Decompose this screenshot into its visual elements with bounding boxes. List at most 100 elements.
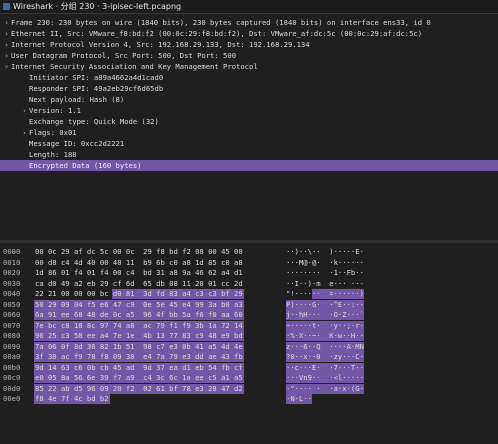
wireshark-app-icon [3, 3, 10, 10]
tree-row-text: Internet Protocol Version 4, Src: 192.16… [11, 40, 310, 49]
tree-row[interactable]: Message ID: 0xcc2d2221 [0, 138, 498, 149]
bytes-hex[interactable]: ca d0 49 a2 eb 29 cf 6d 65 db 08 11 20 0… [35, 279, 243, 289]
bytes-hex[interactable]: 3f 30 ac f9 78 f8 09 30 e4 7a 79 e3 dd a… [35, 352, 243, 362]
tree-row[interactable]: Initiator SPI: a89a4662a4d1cad0 [0, 72, 498, 83]
tree-row-text: Responder SPI: 49a2eb29cf6d65db [29, 84, 164, 93]
bytes-row: 0040 22 21 00 00 00 bc d0 81 3d fd 83 a4 … [0, 289, 498, 299]
bytes-ascii[interactable]: "!······ =······) [286, 289, 364, 299]
bytes-hex[interactable]: e0 05 8a 56 6e 39 f7 a9 c4 3c 6c 1a ee c… [35, 373, 243, 383]
bytes-offset: 0010 [3, 257, 21, 267]
bytes-ascii[interactable]: z···6··Q ····A·MN [286, 342, 364, 352]
tree-row-text: Frame 230: 230 bytes on wire (1840 bits)… [11, 18, 431, 27]
tree-row[interactable]: Next payload: Hash (8) [0, 94, 498, 105]
bytes-offset: 0070 [3, 320, 21, 330]
bytes-row: 0090 7a 06 0f 8d 36 82 1b 51 98 c7 e3 0b … [0, 341, 498, 352]
bytes-ascii[interactable]: P)····G· ·^E··:·· [286, 300, 364, 310]
tree-row-text: Internet Security Association and Key Ma… [11, 62, 258, 71]
bytes-row: 0050 50 29 09 04 f5 e6 47 c9 0e 5e 45 e4 … [0, 299, 498, 310]
bytes-hex[interactable]: 50 29 09 04 f5 e6 47 c9 0e 5e 45 e4 99 3… [35, 300, 243, 310]
bytes-row: 0030 ca d0 49 a2 eb 29 cf 6d 65 db 08 11 … [0, 279, 498, 289]
expand-arrow-right-icon[interactable]: › [2, 51, 11, 61]
bytes-row: 0070 7e bc c8 18 8c 97 74 a8 ac 79 f1 f9 … [0, 320, 498, 331]
bytes-ascii[interactable]: ··)··\·· )·····E· [286, 247, 364, 257]
tree-row[interactable]: Exchange type: Quick Mode (32) [0, 116, 498, 127]
tree-row-text: Message ID: 0xcc2d2221 [29, 139, 125, 148]
packet-details-pane[interactable]: › Frame 230: 230 bytes on wire (1840 bits… [0, 14, 498, 240]
bytes-row: 00b0 9d 14 63 c6 0b cb 45 ad 9d 37 ea d1 … [0, 362, 498, 373]
bytes-hex[interactable]: 00 d8 c4 4d 40 00 40 11 b9 6b c0 a8 1d 8… [35, 258, 243, 268]
bytes-hex[interactable]: 00 0c 29 af dc 5c 00 0c 29 f8 bd f2 08 0… [35, 247, 243, 257]
bytes-hex[interactable]: 9d 14 63 c6 0b cb 45 ad 9d 37 ea d1 eb 5… [35, 363, 243, 373]
expand-arrow-down-icon[interactable]: ⌄ [2, 61, 11, 71]
tree-row-text: Flags: 0x01 [29, 128, 77, 137]
tree-row[interactable]: Length: 188 [0, 149, 498, 160]
tree-row-text: Exchange type: Quick Mode (32) [29, 117, 159, 126]
tree-row-text: Length: 188 [29, 150, 77, 159]
bytes-row: 0000 00 0c 29 af dc 5c 00 0c 29 f8 bd f2 … [0, 247, 498, 257]
bytes-hex[interactable]: 7a 06 0f 8d 36 82 1b 51 98 c7 e3 0b 41 a… [35, 342, 243, 352]
bytes-ascii[interactable]: ~·····t· ·y··;·r· [286, 321, 364, 331]
tree-row-text: Version: 1.1 [29, 106, 81, 115]
expand-arrow-right-icon[interactable]: › [2, 29, 11, 39]
tree-row-text: Encrypted Data (160 bytes) [29, 161, 142, 170]
bytes-ascii[interactable]: ········ ·1··Fb·· [286, 268, 364, 278]
bytes-ascii[interactable]: ·"···· · ·a·x·(G· [286, 384, 364, 394]
expand-arrow-right-icon[interactable]: › [20, 106, 29, 116]
bytes-offset: 00a0 [3, 352, 21, 361]
tree-row[interactable]: ⌄ Internet Security Association and Key M… [0, 61, 498, 72]
bytes-hex[interactable]: 85 22 ab d5 96 09 20 f2 02 61 bf 78 e3 2… [35, 384, 243, 394]
bytes-offset: 00c0 [3, 373, 21, 382]
bytes-hex[interactable]: 22 21 00 00 00 bc d0 81 3d fd 83 a4 c3 c… [35, 289, 243, 299]
bytes-offset: 00b0 [3, 362, 21, 372]
tree-row[interactable]: › Flags: 0x01 [0, 127, 498, 138]
bytes-ascii[interactable]: ··I··)·m e··· ··- [286, 279, 364, 289]
bytes-ascii[interactable]: ···M@·@· ·k······ [286, 258, 364, 268]
bytes-ascii[interactable]: ··c···E· ·7···T·· [286, 363, 364, 373]
bytes-row: 0010 00 d8 c4 4d 40 00 40 11 b9 6b c0 a8 … [0, 258, 498, 268]
bytes-offset: 0030 [3, 278, 21, 288]
bytes-hex[interactable]: 7e bc c8 18 8c 97 74 a8 ac 79 f1 f9 3b 1… [35, 321, 243, 331]
tree-row[interactable]: Responder SPI: 49a2eb29cf6d65db [0, 83, 498, 94]
bytes-row: 00c0 e0 05 8a 56 6e 39 f7 a9 c4 3c 6c 1a … [0, 373, 498, 383]
bytes-offset: 00d0 [3, 383, 21, 393]
tree-row[interactable]: › Version: 1.1 [0, 105, 498, 116]
bytes-hex[interactable]: 6a 91 ee 68 48 de 0c a5 96 4f bb 5a f6 f… [35, 310, 243, 320]
tree-row-selected[interactable]: Encrypted Data (160 bytes) [0, 160, 498, 171]
window-title: Wireshark · 分组 230 · 3-ipisec-left.pcapn… [13, 2, 182, 11]
bytes-offset: 0040 [3, 289, 21, 298]
tree-row[interactable]: › Frame 230: 230 bytes on wire (1840 bits… [0, 17, 498, 28]
bytes-row: 00d0 85 22 ab d5 96 09 20 f2 02 61 bf 78 … [0, 383, 498, 394]
tree-row[interactable]: › User Datagram Protocol, Src Port: 500, … [0, 50, 498, 61]
bytes-row: 00a0 3f 30 ac f9 78 f8 09 30 e4 7a 79 e3 … [0, 352, 498, 362]
tree-row-text: Initiator SPI: a89a4662a4d1cad0 [29, 73, 164, 82]
tree-row-text: Ethernet II, Src: VMware_f8:bd:f2 (00:0c… [11, 29, 423, 38]
packet-bytes-pane[interactable]: 0000 00 0c 29 af dc 5c 00 0c 29 f8 bd f2 … [0, 243, 498, 444]
bytes-offset: 0060 [3, 310, 21, 319]
bytes-ascii[interactable]: ·%·X··~· K·w··H·· [286, 331, 364, 341]
bytes-row: 0060 6a 91 ee 68 48 de 0c a5 96 4f bb 5a … [0, 310, 498, 320]
tree-row[interactable]: › Internet Protocol Version 4, Src: 192.1… [0, 39, 498, 50]
bytes-ascii[interactable]: ···Vn9·· ·<l····· [286, 373, 364, 383]
expand-arrow-right-icon[interactable]: › [2, 18, 11, 28]
bytes-offset: 0090 [3, 341, 21, 351]
bytes-hex[interactable]: 1d 86 01 f4 01 f4 00 c4 bd 31 a8 9a 46 6… [35, 268, 243, 278]
bytes-offset: 0000 [3, 247, 21, 256]
bytes-ascii[interactable]: ?0··x··0 ·zy···C· [286, 352, 364, 362]
bytes-ascii[interactable]: ·N·L·· [286, 394, 312, 404]
bytes-offset: 00e0 [3, 394, 21, 403]
bytes-hex[interactable]: 96 25 c3 58 ee a4 7e 1e 4b 13 77 83 c9 4… [35, 331, 243, 341]
tree-row-text: Next payload: Hash (8) [29, 95, 125, 104]
expand-arrow-right-icon[interactable]: › [2, 40, 11, 50]
title-bar: Wireshark · 分组 230 · 3-ipisec-left.pcapn… [0, 0, 498, 14]
tree-row-text: User Datagram Protocol, Src Port: 500, D… [11, 51, 237, 60]
bytes-hex[interactable]: f8 4e 7f 4c bd b2 [35, 394, 109, 404]
bytes-offset: 0050 [3, 299, 21, 309]
bytes-offset: 0080 [3, 331, 21, 340]
bytes-ascii[interactable]: j··hH··· ·O·Z···` [286, 310, 364, 320]
tree-row[interactable]: › Ethernet II, Src: VMware_f8:bd:f2 (00:0… [0, 28, 498, 39]
expand-arrow-right-icon[interactable]: › [20, 128, 29, 138]
bytes-row: 0080 96 25 c3 58 ee a4 7e 1e 4b 13 77 83 … [0, 331, 498, 341]
bytes-offset: 0020 [3, 268, 21, 277]
bytes-row: 0020 1d 86 01 f4 01 f4 00 c4 bd 31 a8 9a … [0, 268, 498, 278]
bytes-row: 00e0 f8 4e 7f 4c bd b2 ·N·L·· [0, 394, 498, 404]
